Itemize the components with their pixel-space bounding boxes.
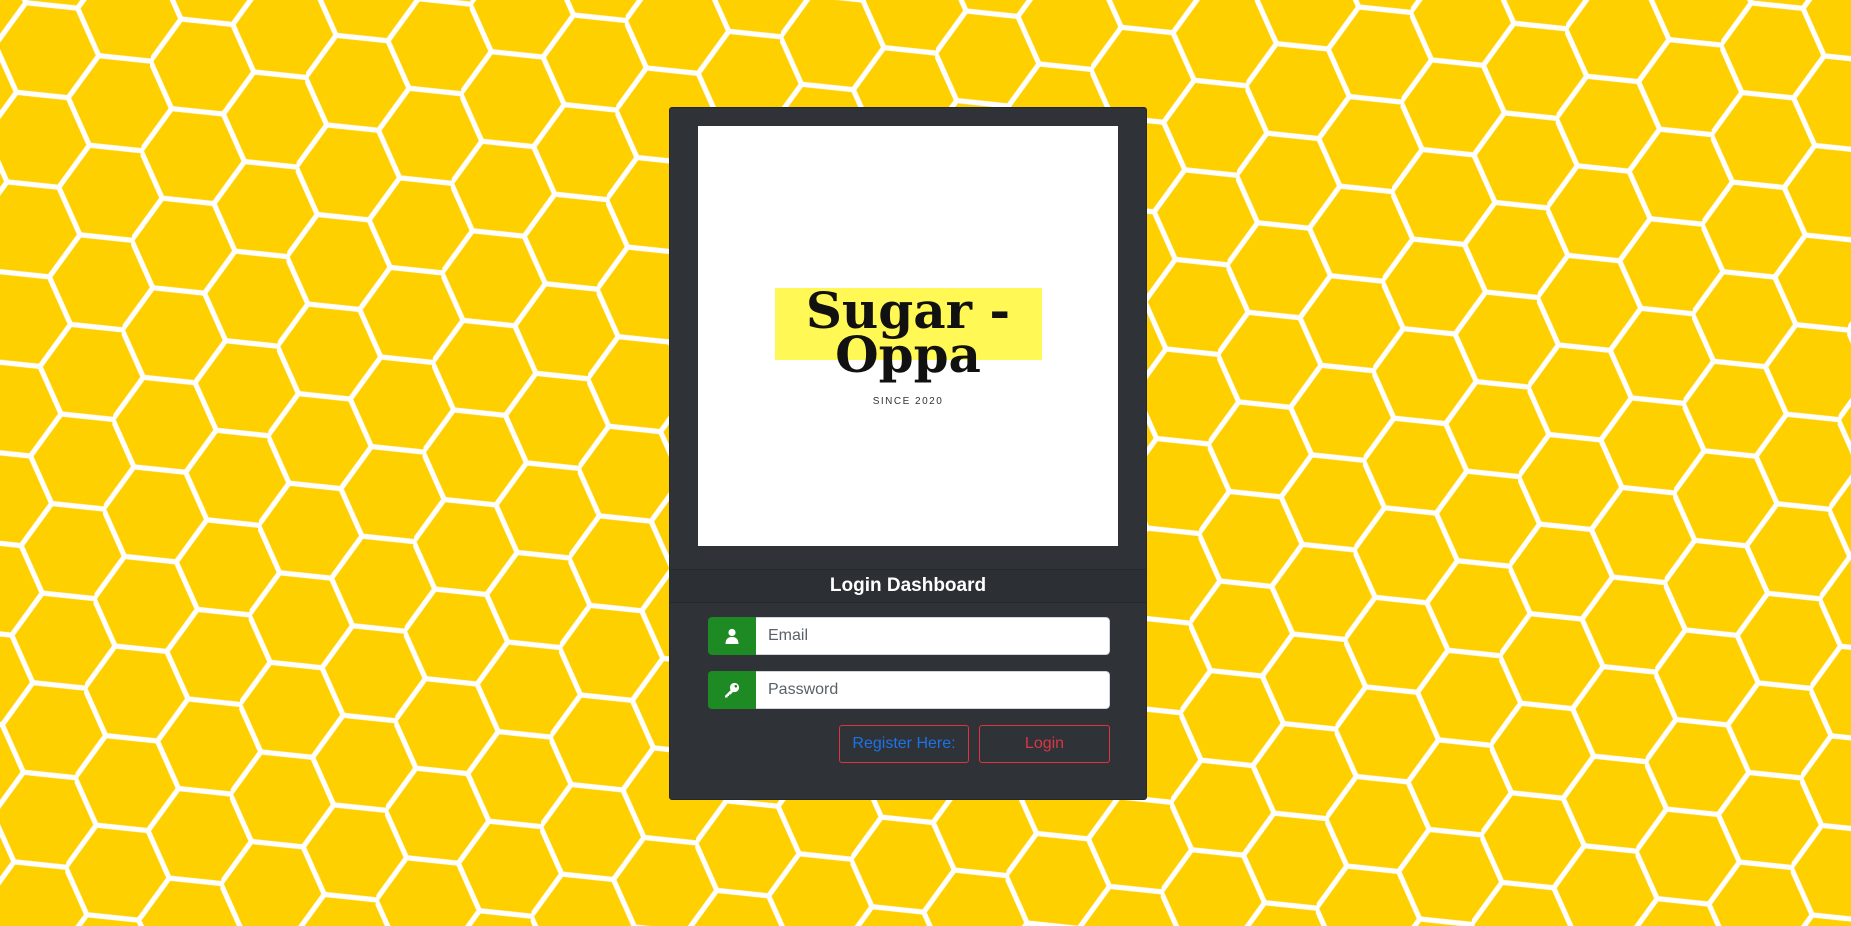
login-title: Login Dashboard [670,569,1146,603]
register-button[interactable]: Register Here: [839,725,969,763]
logo-since-text: SINCE 2020 [872,396,944,407]
logo-text-line-2: Oppa [835,325,981,384]
password-input[interactable] [756,671,1110,709]
login-card: Sugar - Oppa SINCE 2020 Login Dashboard … [669,107,1147,800]
brand-logo: Sugar - Oppa SINCE 2020 [698,126,1118,546]
email-input[interactable] [756,617,1110,655]
user-icon [708,617,756,655]
email-input-group [708,617,1110,655]
key-icon [708,671,756,709]
password-input-group [708,671,1110,709]
login-button[interactable]: Login [979,725,1110,763]
